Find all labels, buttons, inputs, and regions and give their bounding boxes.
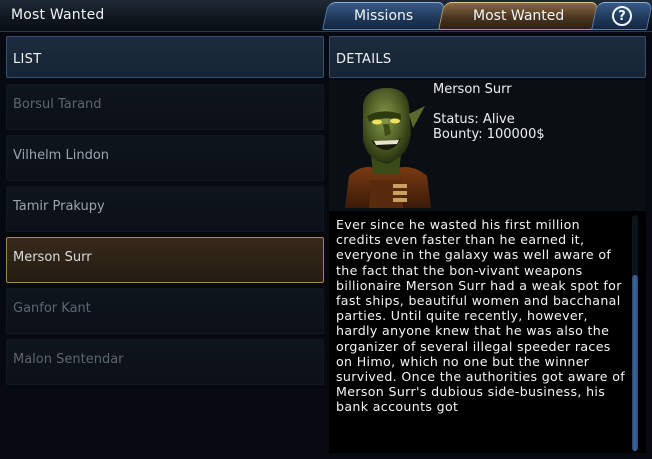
list-item[interactable]: Ganfor Kant [6, 288, 324, 334]
list-header: LIST [6, 36, 324, 78]
character-name: Merson Surr [433, 82, 512, 97]
description-box: Ever since he wasted his first million c… [329, 211, 646, 453]
wanted-list: Borsul Tarand Vilhelm Lindon Tamir Praku… [6, 84, 324, 390]
list-item[interactable]: Vilhelm Lindon [6, 135, 324, 181]
description-text: Ever since he wasted his first million c… [336, 217, 626, 415]
help-button[interactable]: ? [591, 2, 652, 30]
tab-missions-label: Missions [354, 8, 414, 24]
tab-missions[interactable]: Missions [322, 2, 446, 30]
tab-most-wanted[interactable]: Most Wanted [438, 2, 599, 30]
list-item[interactable]: Tamir Prakupy [6, 186, 324, 232]
help-icon: ? [612, 6, 632, 26]
window-title: Most Wanted [11, 7, 105, 23]
list-item[interactable]: Malon Sentendar [6, 339, 324, 385]
top-bar: Most Wanted Missions Most Wanted ? [0, 0, 652, 32]
details-panel: Merson Surr Status: Alive Bounty: 100000… [329, 80, 646, 453]
scrollbar-track[interactable] [632, 215, 638, 451]
profile-info: Merson Surr Status: Alive Bounty: 100000… [433, 82, 633, 142]
scrollbar-thumb[interactable] [632, 275, 638, 451]
character-portrait [341, 84, 431, 208]
list-item[interactable]: Borsul Tarand [6, 84, 324, 130]
character-status: Status: Alive [433, 112, 515, 127]
tab-most-wanted-label: Most Wanted [472, 8, 565, 24]
character-bounty: Bounty: 100000$ [433, 127, 545, 142]
list-item-selected[interactable]: Merson Surr [6, 237, 324, 283]
details-header: DETAILS [329, 36, 646, 78]
